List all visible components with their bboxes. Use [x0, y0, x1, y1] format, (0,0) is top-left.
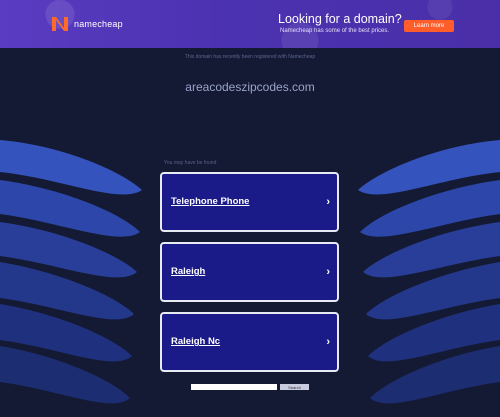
namecheap-logo[interactable]: namecheap	[50, 14, 123, 34]
right-waves	[358, 140, 500, 404]
ad-subtext: Namecheap has some of the best prices.	[280, 28, 390, 34]
left-waves	[0, 140, 142, 404]
related-link-raleigh[interactable]: Raleigh ›	[160, 242, 339, 302]
related-heading: You may have be found	[164, 160, 217, 166]
chevron-right-icon: ›	[326, 266, 330, 278]
related-link-raleigh-nc[interactable]: Raleigh Nc ›	[160, 312, 339, 372]
namecheap-n-icon	[50, 14, 70, 34]
search-input[interactable]	[191, 384, 277, 390]
chevron-right-icon: ›	[326, 336, 330, 348]
search-button[interactable]: Search	[280, 384, 309, 390]
link-label: Raleigh Nc	[171, 336, 221, 347]
ad-banner[interactable]: namecheap Looking for a domain? Namechea…	[0, 0, 500, 48]
related-link-telephone-phone[interactable]: Telephone Phone ›	[160, 172, 339, 232]
chevron-right-icon: ›	[326, 196, 330, 208]
ad-headline: Looking for a domain?	[278, 12, 402, 26]
learn-more-button[interactable]: Learn more	[404, 20, 454, 32]
brand-name: namecheap	[74, 19, 123, 29]
link-label: Telephone Phone	[171, 196, 250, 207]
disclaimer-text: This domain has recently been registered…	[184, 54, 316, 60]
link-label: Raleigh	[171, 266, 206, 277]
domain-title: areacodeszipcodes.com	[185, 80, 315, 94]
